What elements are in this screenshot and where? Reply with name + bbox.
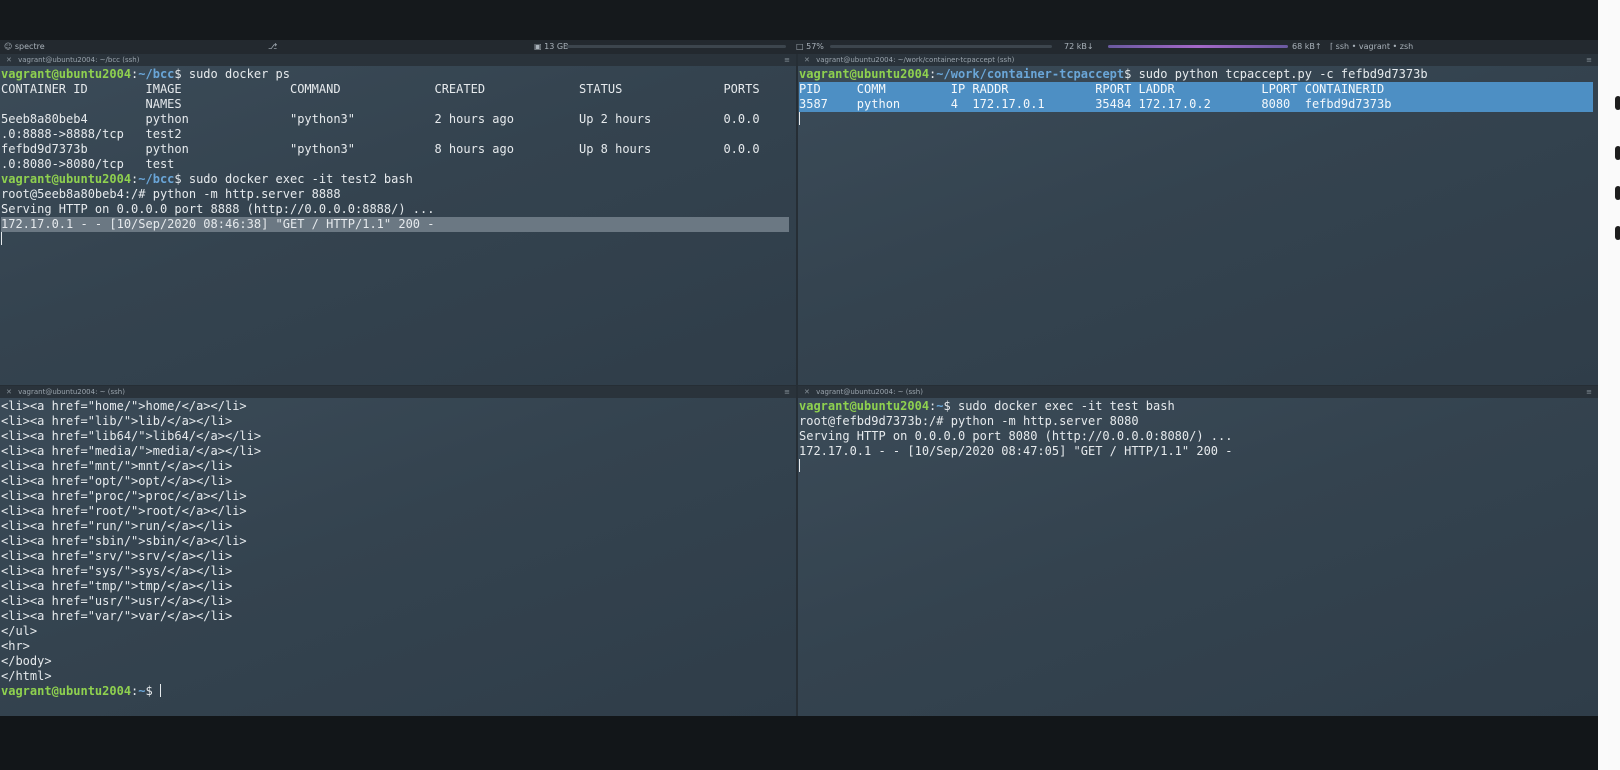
- request-log-line: 172.17.0.1 - - [10/Sep/2020 08:46:38] "G…: [1, 217, 789, 232]
- net-up-indicator: 68 kB↑: [1292, 42, 1322, 51]
- html-output-line: <li><a href="lib64/">lib64/</a></li>: [1, 429, 262, 443]
- menu-icon[interactable]: ≡: [784, 54, 790, 66]
- tcpaccept-header: PID COMM IP RADDR RPORT LADDR LPORT CONT…: [799, 82, 1593, 97]
- command-line: sudo docker ps: [188, 67, 291, 81]
- status-bar: ☺ spectre ⎇ ▣ 13 GB □ 57% 72 kB↓ 68 kB↑ …: [0, 40, 1598, 54]
- html-output-line: <li><a href="root/">root/</a></li>: [1, 504, 247, 518]
- window-fragment: [1615, 146, 1620, 160]
- prompt-user: vagrant@ubuntu2004: [1, 684, 132, 698]
- command-line: sudo python tcpaccept.py -c fefbd9d7373b: [1138, 67, 1428, 81]
- html-output-line: <li><a href="proc/">proc/</a></li>: [1, 489, 247, 503]
- pane-title-bar: ✕ vagrant@ubuntu2004: ~ (ssh) ≡: [0, 386, 796, 398]
- table-header-names: NAMES: [1, 97, 182, 111]
- table-row: fefbd9d7373b python "python3" 8 hours ag…: [1, 142, 760, 156]
- container-prompt: root@5eeb8a80beb4:/# python -m http.serv…: [1, 187, 341, 201]
- pane-title: vagrant@ubuntu2004: ~ (ssh): [18, 388, 125, 396]
- memory-icon: ▣: [534, 42, 542, 51]
- pane-title-bar: ✕ vagrant@ubuntu2004: ~/work/container-t…: [798, 54, 1598, 66]
- terminal-output[interactable]: vagrant@ubuntu2004:~$ sudo docker exec -…: [798, 398, 1598, 474]
- pane-title: vagrant@ubuntu2004: ~/work/container-tcp…: [816, 56, 1015, 64]
- html-output-line: </html>: [1, 669, 52, 683]
- text-cursor: [159, 684, 161, 697]
- menu-icon[interactable]: ≡: [1586, 386, 1592, 398]
- pane-title-bar: ✕ vagrant@ubuntu2004: ~ (ssh) ≡: [798, 386, 1598, 398]
- menu-icon[interactable]: ≡: [1586, 54, 1592, 66]
- server-output: Serving HTTP on 0.0.0.0 port 8080 (http:…: [799, 429, 1233, 443]
- request-log-line: 172.17.0.1 - - [10/Sep/2020 08:47:05] "G…: [799, 444, 1233, 458]
- top-bar: [0, 0, 1598, 40]
- bottom-bar: [0, 716, 1598, 770]
- pane-title-bar: ✕ vagrant@ubuntu2004: ~/bcc (ssh) ≡: [0, 54, 796, 66]
- html-output-line: <li><a href="sys/">sys/</a></li>: [1, 564, 233, 578]
- html-output-line: </body>: [1, 654, 52, 668]
- html-output-line: <li><a href="lib/">lib/</a></li>: [1, 414, 233, 428]
- terminal-pane-bottom-right[interactable]: ✕ vagrant@ubuntu2004: ~ (ssh) ≡ vagrant@…: [798, 386, 1598, 716]
- text-cursor: [799, 459, 800, 472]
- command-line: sudo docker exec -it test2 bash: [188, 172, 413, 186]
- text-cursor: [799, 112, 800, 125]
- prompt-user: vagrant@ubuntu2004: [799, 67, 930, 81]
- html-output-line: <li><a href="tmp/">tmp/</a></li>: [1, 579, 233, 593]
- terminal-output[interactable]: vagrant@ubuntu2004:~/bcc$ sudo docker ps…: [0, 66, 796, 247]
- net-down-indicator: 72 kB↓: [1064, 42, 1094, 51]
- cpu-graph: [830, 45, 1052, 48]
- window-fragment: [1615, 186, 1620, 200]
- table-row: 5eeb8a80beb4 python "python3" 2 hours ag…: [1, 112, 760, 126]
- tcpaccept-row: 3587 python 4 172.17.0.1 35484 172.17.0.…: [799, 97, 1593, 112]
- memory-graph: [566, 45, 786, 48]
- terminal-pane-top-right[interactable]: ✕ vagrant@ubuntu2004: ~/work/container-t…: [798, 54, 1598, 386]
- prompt-path: ~/work/container-tcpaccept: [936, 67, 1125, 81]
- html-output-line: <li><a href="usr/">usr/</a></li>: [1, 594, 233, 608]
- cpu-icon: □: [796, 42, 804, 51]
- prompt-path: ~/bcc: [138, 172, 175, 186]
- session-info[interactable]: ⌈ ssh • vagrant • zsh: [1330, 40, 1413, 54]
- close-icon[interactable]: ✕: [804, 388, 810, 396]
- html-output-line: <li><a href="opt/">opt/</a></li>: [1, 474, 233, 488]
- text-cursor: [1, 232, 2, 245]
- prompt-user: vagrant@ubuntu2004: [1, 172, 132, 186]
- html-output-line: <li><a href="mnt/">mnt/</a></li>: [1, 459, 233, 473]
- html-output-line: <hr>: [1, 639, 30, 653]
- adjacent-window-edge: [1598, 0, 1620, 770]
- html-output-line: </ul>: [1, 624, 38, 638]
- window-fragment: [1615, 226, 1620, 240]
- close-icon[interactable]: ✕: [6, 388, 12, 396]
- menu-icon[interactable]: ≡: [784, 386, 790, 398]
- window-fragment: [1615, 96, 1620, 110]
- html-output-line: <li><a href="run/">run/</a></li>: [1, 519, 233, 533]
- prompt-path: ~: [936, 399, 944, 413]
- network-graph: [1108, 45, 1288, 48]
- command-line: sudo docker exec -it test bash: [957, 399, 1175, 413]
- table-header: CONTAINER ID IMAGE COMMAND CREATED STATU…: [1, 82, 760, 96]
- html-output-line: <li><a href="srv/">srv/</a></li>: [1, 549, 233, 563]
- prompt-user: vagrant@ubuntu2004: [1, 67, 132, 81]
- terminal-output[interactable]: <li><a href="home/">home/</a></li> <li><…: [0, 398, 796, 699]
- memory-indicator: ▣ 13 GB: [534, 42, 569, 51]
- pane-title: vagrant@ubuntu2004: ~/bcc (ssh): [18, 56, 140, 64]
- prompt-path: ~: [138, 684, 146, 698]
- session-name[interactable]: ☺ spectre: [4, 40, 45, 54]
- close-icon[interactable]: ✕: [6, 56, 12, 64]
- table-row-continued: .0:8888->8888/tcp test2: [1, 127, 182, 141]
- close-icon[interactable]: ✕: [804, 56, 810, 64]
- terminal-pane-bottom-left[interactable]: ✕ vagrant@ubuntu2004: ~ (ssh) ≡ <li><a h…: [0, 386, 796, 716]
- terminal-pane-top-left[interactable]: ✕ vagrant@ubuntu2004: ~/bcc (ssh) ≡ vagr…: [0, 54, 796, 386]
- branch-icon: ⎇: [268, 42, 278, 51]
- pane-title: vagrant@ubuntu2004: ~ (ssh): [816, 388, 923, 396]
- container-prompt: root@fefbd9d7373b:/# python -m http.serv…: [799, 414, 1139, 428]
- prompt-path: ~/bcc: [138, 67, 175, 81]
- terminal-output[interactable]: vagrant@ubuntu2004:~/work/container-tcpa…: [798, 66, 1598, 127]
- user-icon: ☺: [4, 42, 13, 51]
- html-output-line: <li><a href="var/">var/</a></li>: [1, 609, 233, 623]
- server-output: Serving HTTP on 0.0.0.0 port 8888 (http:…: [1, 202, 435, 216]
- prompt-user: vagrant@ubuntu2004: [799, 399, 930, 413]
- html-output-line: <li><a href="media/">media/</a></li>: [1, 444, 262, 458]
- html-output-line: <li><a href="sbin/">sbin/</a></li>: [1, 534, 247, 548]
- html-output-line: <li><a href="home/">home/</a></li>: [1, 399, 247, 413]
- terminal-icon: ⌈: [1330, 42, 1334, 51]
- pane-divider-horizontal[interactable]: [0, 385, 1598, 386]
- table-row-continued: .0:8080->8080/tcp test: [1, 157, 175, 171]
- cpu-indicator: □ 57%: [796, 42, 824, 51]
